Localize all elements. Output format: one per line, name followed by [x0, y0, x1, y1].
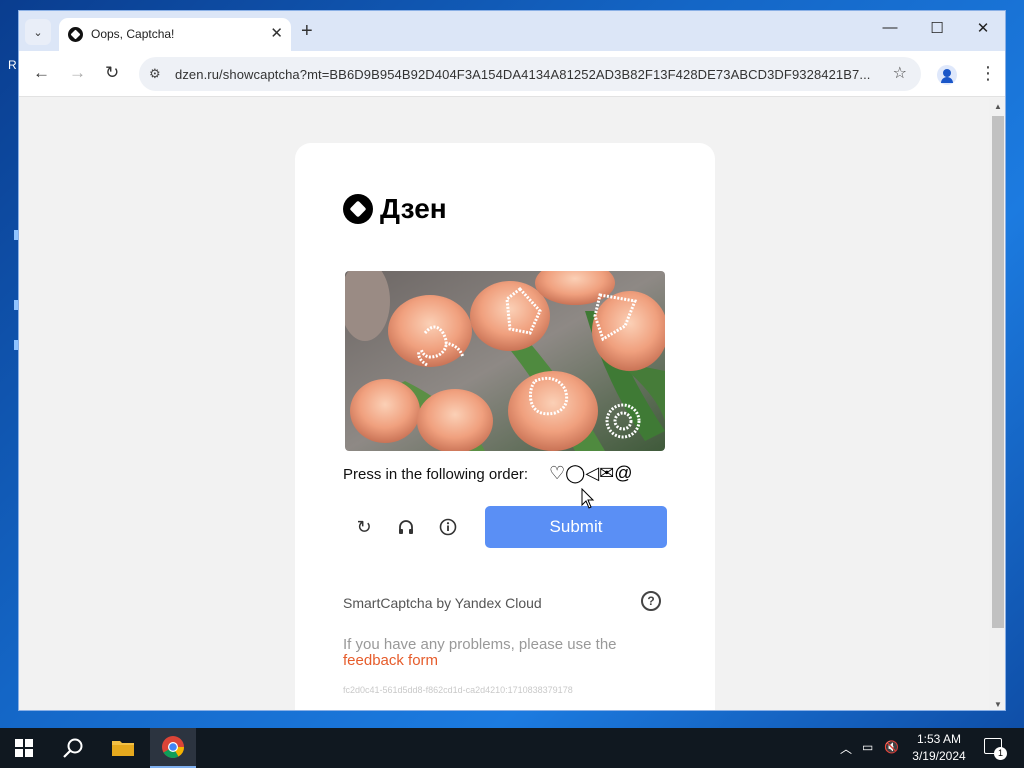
- browser-toolbar: ← → ↻ ⚙ dzen.ru/showcaptcha?mt=BB6D9B954…: [19, 51, 1005, 97]
- clock-time: 1:53 AM: [916, 732, 962, 746]
- maximize-button[interactable]: ☐: [914, 19, 960, 37]
- smartcaptcha-provider: SmartCaptcha by Yandex Cloud: [343, 595, 542, 611]
- reload-button[interactable]: ↻: [105, 63, 119, 83]
- mouse-cursor-icon: [581, 488, 595, 509]
- notification-count: 1: [994, 747, 1007, 760]
- search-icon: [63, 738, 83, 758]
- feedback-form-link[interactable]: feedback form: [343, 652, 438, 669]
- page-viewport: Дзен Press in the following order: ♡◯◁✉@…: [19, 98, 989, 710]
- request-id: fc2d0c41-561d5dd8-f862cd1d-ca2d4210:1710…: [343, 685, 573, 695]
- close-window-button[interactable]: ✕: [960, 19, 1005, 37]
- captcha-image[interactable]: [345, 271, 665, 451]
- tab-search-button[interactable]: ⌄: [25, 19, 51, 45]
- scroll-down-arrow-icon[interactable]: ▼: [994, 700, 1002, 709]
- minimize-button[interactable]: —: [867, 19, 913, 36]
- system-clock[interactable]: 1:53 AM 3/19/2024: [904, 731, 974, 765]
- folder-icon: [112, 741, 134, 756]
- problems-text: If you have any problems, please use the…: [343, 637, 643, 669]
- windows-logo-icon: [15, 739, 33, 757]
- captcha-card: Дзен Press in the following order: ♡◯◁✉@…: [295, 143, 715, 710]
- back-button[interactable]: ←: [33, 63, 50, 83]
- scroll-up-arrow-icon[interactable]: ▲: [994, 102, 1002, 111]
- volume-muted-icon[interactable]: 🔇: [884, 740, 899, 754]
- new-tab-button[interactable]: +: [301, 20, 313, 43]
- url-text[interactable]: dzen.ru/showcaptcha?mt=BB6D9B954B92D404F…: [175, 67, 885, 82]
- refresh-icon[interactable]: ↻: [353, 516, 375, 538]
- problems-message: If you have any problems, please use the: [343, 636, 617, 653]
- captcha-instruction: Press in the following order:: [343, 466, 529, 483]
- address-bar[interactable]: ⚙ dzen.ru/showcaptcha?mt=BB6D9B954B92D40…: [139, 57, 921, 91]
- browser-menu-icon[interactable]: ⋮: [979, 63, 997, 84]
- search-button[interactable]: [50, 728, 96, 768]
- headphones-icon[interactable]: [395, 516, 417, 538]
- forward-button[interactable]: →: [69, 63, 86, 83]
- bookmark-star-icon[interactable]: ☆: [893, 63, 907, 83]
- dzen-favicon-icon: [68, 27, 83, 42]
- taskbar: ︿ ▭ 🔇 1:53 AM 3/19/2024 1: [0, 728, 1024, 768]
- dzen-logo: Дзен: [343, 193, 447, 225]
- desktop-icon-fragment: R: [8, 58, 17, 72]
- captcha-order-icons: ♡◯◁✉@: [549, 463, 633, 483]
- submit-button[interactable]: Submit: [485, 506, 667, 548]
- help-icon[interactable]: ?: [641, 591, 661, 611]
- logo-text: Дзен: [380, 193, 447, 224]
- page-scrollbar[interactable]: ▲ ▼: [989, 98, 1005, 710]
- chrome-icon: [162, 736, 184, 758]
- dzen-logo-icon: [343, 194, 373, 224]
- tab-title: Oops, Captcha!: [91, 27, 175, 41]
- file-explorer-button[interactable]: [100, 728, 146, 768]
- network-icon[interactable]: ▭: [862, 740, 873, 754]
- info-icon[interactable]: [437, 516, 459, 538]
- tab-active[interactable]: Oops, Captcha! ✕: [59, 18, 291, 51]
- tray-overflow-icon[interactable]: ︿: [840, 740, 852, 757]
- tab-close-icon[interactable]: ✕: [270, 24, 283, 42]
- tab-strip: ⌄ Oops, Captcha! ✕ + — ☐ ✕: [19, 11, 1005, 51]
- start-button[interactable]: [0, 728, 48, 768]
- chrome-taskbar-button[interactable]: [150, 728, 196, 768]
- browser-window: ⌄ Oops, Captcha! ✕ + — ☐ ✕ ← → ↻ ⚙ dzen.…: [18, 10, 1006, 711]
- site-info-icon[interactable]: ⚙: [149, 66, 161, 82]
- scroll-thumb[interactable]: [992, 116, 1004, 628]
- profile-avatar-icon[interactable]: [937, 65, 957, 85]
- clock-date: 3/19/2024: [912, 749, 966, 763]
